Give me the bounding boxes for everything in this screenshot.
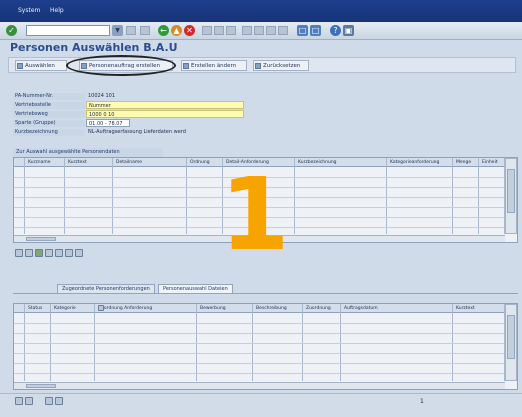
column-header: Auftragsdatum	[344, 306, 378, 311]
table-row	[14, 343, 504, 344]
column-icon	[98, 305, 104, 311]
field-value: 10024 101	[88, 93, 116, 99]
field-label: Sparte (Gruppe)	[15, 120, 56, 126]
select-button[interactable]: Auswählen	[15, 60, 67, 71]
input-field[interactable]: 01.00 - 78.07	[86, 119, 130, 127]
next-page-icon[interactable]	[266, 26, 276, 35]
cancel-icon[interactable]: ✕	[184, 25, 195, 36]
previous-page-icon[interactable]	[254, 26, 264, 35]
field-value: NL-Auftragserfassung Lieferdaten werd	[88, 129, 186, 135]
new-session-icon[interactable]: □	[297, 25, 308, 36]
command-field[interactable]	[26, 25, 110, 36]
field-label: Kurzbezeichnung	[15, 129, 58, 135]
reset-icon	[255, 63, 261, 69]
column-header: Zuordnung Anforderung	[98, 306, 153, 311]
column-header: Menge	[456, 160, 472, 165]
menu-item-help[interactable]: Help	[50, 7, 64, 14]
find-next-icon[interactable]	[226, 26, 236, 35]
column-header: Detailname	[116, 160, 143, 165]
column-header: Status	[28, 306, 43, 311]
column-header: Ordnung	[190, 160, 210, 165]
column-header: Kurztext	[68, 160, 87, 165]
shortcut-icon[interactable]: □	[310, 25, 321, 36]
menu-bar: System Help	[0, 0, 522, 22]
grid-header: Status Kategorie Zuordnung Anforderung B…	[14, 304, 504, 313]
page-title: Personen Auswählen B.A.U	[10, 41, 178, 54]
select-all-icon[interactable]	[15, 249, 23, 257]
table-row	[14, 363, 504, 364]
delete-row-icon[interactable]	[45, 249, 53, 257]
deselect-icon[interactable]	[25, 397, 33, 405]
field-label: PA-Nummer-Nr.	[15, 93, 54, 99]
column-header: Kurztext	[456, 306, 475, 311]
export-icon[interactable]	[55, 397, 63, 405]
column-header: Kurzbezeichnung	[298, 160, 337, 165]
column-header: Kategorie	[54, 306, 76, 311]
deselect-icon[interactable]	[25, 249, 33, 257]
dropdown-icon[interactable]: ▼	[112, 25, 123, 36]
column-header: Kategorieanforderung	[390, 160, 440, 165]
highlight-ellipse	[66, 55, 176, 76]
grid-title: Zur Auswahl ausgewählte Personendaten	[13, 148, 163, 157]
exit-icon[interactable]: ▲	[171, 25, 182, 36]
column-header: Kurzname	[28, 160, 51, 165]
help-icon[interactable]: ?	[330, 25, 341, 36]
sort-icon[interactable]	[65, 249, 73, 257]
column-header: Einheit	[482, 160, 498, 165]
details-icon[interactable]	[55, 249, 63, 257]
back-icon[interactable]: ←	[158, 25, 169, 36]
select-icon	[17, 63, 23, 69]
last-page-icon[interactable]	[278, 26, 288, 35]
field-label: Vertriebsweg	[15, 111, 48, 117]
filter-icon[interactable]	[75, 249, 83, 257]
enter-icon[interactable]: ✓	[6, 25, 17, 36]
table-row	[14, 333, 504, 334]
table-row	[14, 353, 504, 354]
vertical-scrollbar[interactable]	[505, 304, 517, 381]
select-all-icon[interactable]	[15, 397, 23, 405]
status-bar: 1	[0, 393, 522, 417]
data-grid-bottom[interactable]: Status Kategorie Zuordnung Anforderung B…	[13, 303, 518, 390]
input-field[interactable]: Nummer	[86, 101, 244, 109]
add-row-icon[interactable]	[35, 249, 43, 257]
pencil-icon	[183, 63, 189, 69]
column-header: Bewerbung	[200, 306, 226, 311]
print-icon[interactable]	[202, 26, 212, 35]
grey-icon	[140, 26, 150, 35]
annotation-number: 1	[220, 156, 290, 273]
layout-icon[interactable]: ▣	[343, 25, 354, 36]
horizontal-scrollbar[interactable]	[14, 382, 505, 389]
table-row	[14, 373, 504, 374]
column-header: Zuordnung	[306, 306, 331, 311]
field-label: Vertriebsstelle	[15, 102, 51, 108]
page-indicator: 1	[420, 398, 424, 405]
reset-button[interactable]: Zurücksetzen	[253, 60, 309, 71]
column-header: Beschreibung	[256, 306, 287, 311]
change-button[interactable]: Erstellen ändern	[181, 60, 247, 71]
menu-item-system[interactable]: System	[18, 7, 40, 14]
find-icon[interactable]	[214, 26, 224, 35]
input-field[interactable]: 1000 0 10	[86, 110, 244, 118]
first-page-icon[interactable]	[242, 26, 252, 35]
table-row	[14, 323, 504, 324]
save-icon[interactable]	[126, 26, 136, 35]
vertical-scrollbar[interactable]	[505, 158, 517, 234]
standard-toolbar: ✓ ▼ ← ▲ ✕ □ □ ? ▣	[0, 22, 522, 40]
details-icon[interactable]	[45, 397, 53, 405]
